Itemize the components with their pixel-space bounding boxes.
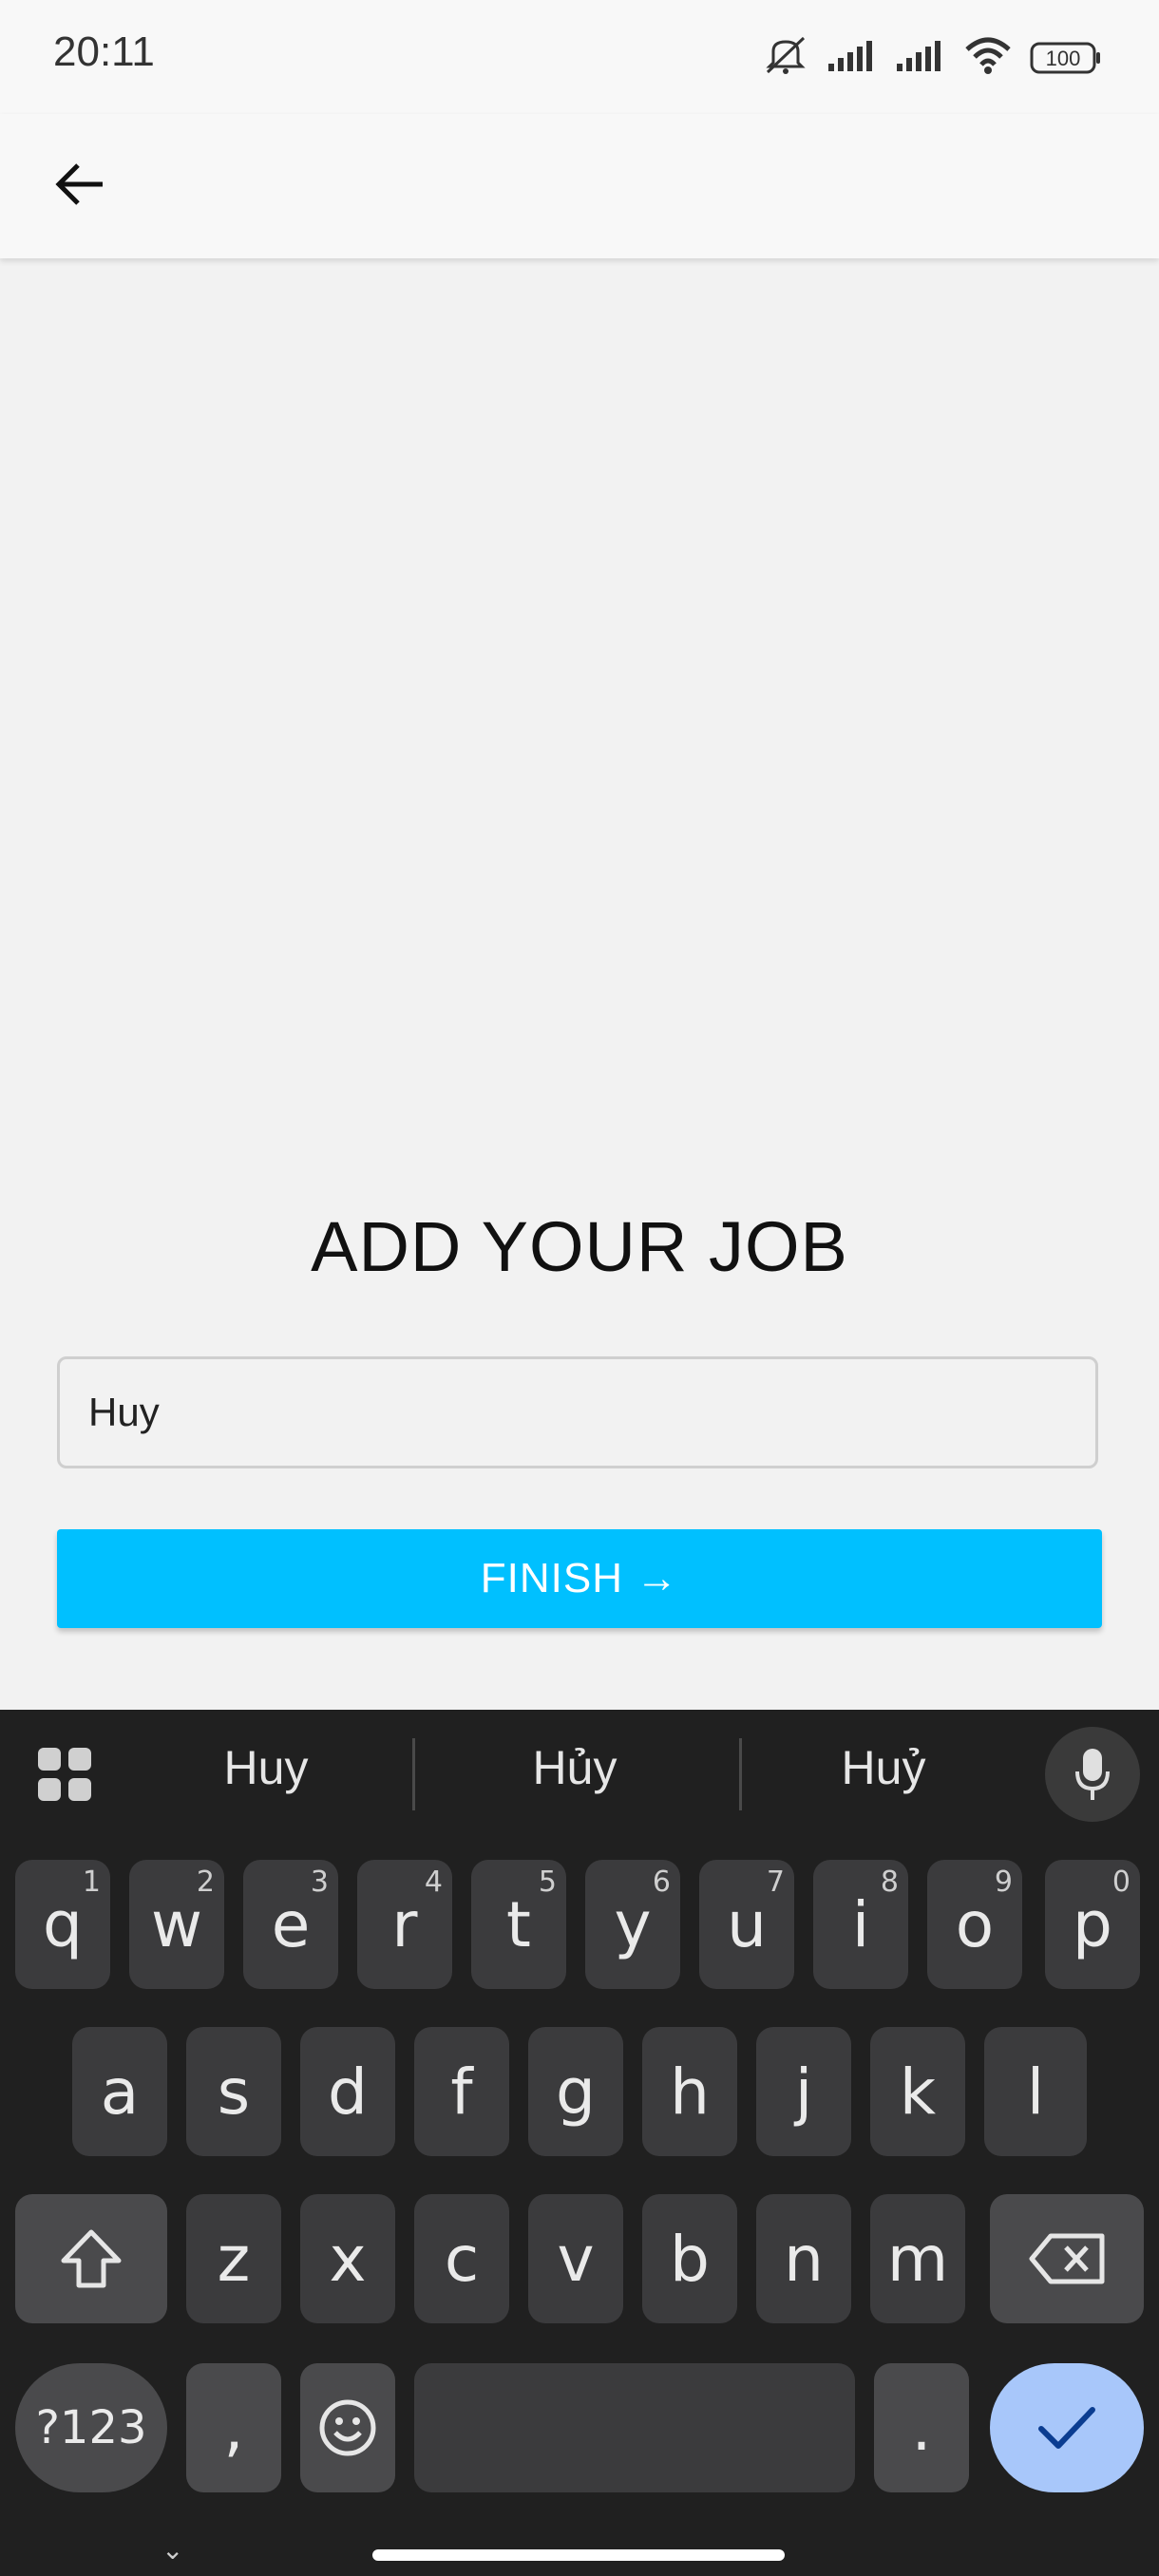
back-arrow-icon bbox=[55, 163, 103, 205]
key-v[interactable]: v bbox=[528, 2194, 623, 2323]
mute-icon bbox=[762, 34, 809, 81]
key-k[interactable]: k bbox=[870, 2027, 965, 2156]
app-bar bbox=[0, 114, 1159, 258]
comma-key[interactable]: , bbox=[186, 2363, 281, 2492]
key-label: o bbox=[955, 1887, 995, 1961]
battery-icon: 100 bbox=[1030, 42, 1102, 74]
key-w[interactable]: w2 bbox=[129, 1860, 224, 1989]
key-hint: 0 bbox=[1112, 1866, 1130, 1899]
symbols-key[interactable]: ?123 bbox=[15, 2363, 167, 2492]
key-u[interactable]: u7 bbox=[699, 1860, 794, 1989]
key-o[interactable]: o9 bbox=[927, 1860, 1022, 1989]
key-label: p bbox=[1073, 1887, 1112, 1961]
suggestion-2[interactable]: Hủy bbox=[480, 1740, 670, 1795]
key-x[interactable]: x bbox=[300, 2194, 395, 2323]
suggestion-bar: Huy Hủy Huỷ bbox=[0, 1710, 1159, 1833]
key-a[interactable]: a bbox=[72, 2027, 167, 2156]
page-title: ADD YOUR JOB bbox=[311, 1207, 848, 1286]
emoji-key[interactable] bbox=[300, 2363, 395, 2492]
key-hint: 2 bbox=[196, 1866, 215, 1899]
key-d[interactable]: d bbox=[300, 2027, 395, 2156]
key-e[interactable]: e3 bbox=[243, 1860, 338, 1989]
key-q[interactable]: q1 bbox=[15, 1860, 110, 1989]
signal-icon bbox=[895, 39, 946, 76]
status-bar: 20:11 100 bbox=[0, 0, 1159, 114]
period-key[interactable]: . bbox=[874, 2363, 969, 2492]
key-hint: 9 bbox=[994, 1866, 1013, 1899]
key-label: q bbox=[43, 1887, 83, 1961]
backspace-key[interactable] bbox=[990, 2194, 1144, 2323]
battery-level: 100 bbox=[1045, 46, 1081, 70]
key-t[interactable]: t5 bbox=[471, 1860, 566, 1989]
shift-icon bbox=[61, 2229, 122, 2288]
space-key[interactable] bbox=[414, 2363, 855, 2492]
key-label: t bbox=[506, 1887, 531, 1961]
key-r[interactable]: r4 bbox=[357, 1860, 452, 1989]
suggestion-1[interactable]: Huy bbox=[171, 1740, 361, 1795]
suggestion-divider bbox=[412, 1738, 415, 1810]
key-b[interactable]: b bbox=[642, 2194, 737, 2323]
key-hint: 5 bbox=[538, 1866, 557, 1899]
shift-key[interactable] bbox=[15, 2194, 167, 2323]
key-label: r bbox=[391, 1887, 418, 1961]
key-g[interactable]: g bbox=[528, 2027, 623, 2156]
mic-button[interactable] bbox=[1045, 1727, 1140, 1822]
job-input[interactable] bbox=[57, 1356, 1098, 1468]
apps-grid-icon[interactable] bbox=[36, 1746, 93, 1803]
key-c[interactable]: c bbox=[414, 2194, 509, 2323]
key-hint: 3 bbox=[310, 1866, 329, 1899]
key-m[interactable]: m bbox=[870, 2194, 965, 2323]
key-hint: 8 bbox=[880, 1866, 899, 1899]
key-label: w bbox=[151, 1887, 202, 1961]
suggestion-divider bbox=[739, 1738, 742, 1810]
key-hint: 4 bbox=[424, 1866, 443, 1899]
key-j[interactable]: j bbox=[756, 2027, 851, 2156]
key-h[interactable]: h bbox=[642, 2027, 737, 2156]
status-icons: 100 bbox=[762, 34, 1102, 81]
home-gesture-pill[interactable] bbox=[372, 2549, 785, 2561]
key-i[interactable]: i8 bbox=[813, 1860, 908, 1989]
key-label: u bbox=[727, 1887, 767, 1961]
suggestion-3[interactable]: Huỷ bbox=[788, 1740, 978, 1795]
backspace-icon bbox=[1029, 2233, 1105, 2284]
key-z[interactable]: z bbox=[186, 2194, 281, 2323]
key-hint: 7 bbox=[766, 1866, 785, 1899]
emoji-icon bbox=[319, 2399, 376, 2456]
key-p[interactable]: p0 bbox=[1045, 1860, 1140, 1989]
key-n[interactable]: n bbox=[756, 2194, 851, 2323]
chevron-down-icon[interactable]: ⌄ bbox=[162, 2534, 183, 2566]
back-button[interactable] bbox=[46, 150, 114, 218]
check-icon bbox=[1038, 2407, 1095, 2449]
key-hint: 1 bbox=[82, 1866, 101, 1899]
mic-icon bbox=[1075, 1749, 1110, 1800]
key-hint: 6 bbox=[652, 1866, 671, 1899]
key-label: y bbox=[614, 1887, 652, 1961]
key-label: i bbox=[851, 1887, 870, 1961]
finish-button[interactable]: FINISH → bbox=[57, 1529, 1102, 1628]
wifi-icon bbox=[963, 36, 1013, 79]
key-y[interactable]: y6 bbox=[585, 1860, 680, 1989]
enter-key[interactable] bbox=[990, 2363, 1144, 2492]
key-l[interactable]: l bbox=[984, 2027, 1087, 2156]
signal-icon bbox=[826, 39, 878, 76]
key-f[interactable]: f bbox=[414, 2027, 509, 2156]
navigation-bar: ⌄ bbox=[0, 2508, 1159, 2576]
key-label: e bbox=[271, 1887, 311, 1961]
status-time: 20:11 bbox=[53, 28, 155, 75]
key-s[interactable]: s bbox=[186, 2027, 281, 2156]
keyboard: Huy Hủy Huỷ q1 w2 e3 r4 t5 y6 u7 i8 o9 p… bbox=[0, 1710, 1159, 2576]
